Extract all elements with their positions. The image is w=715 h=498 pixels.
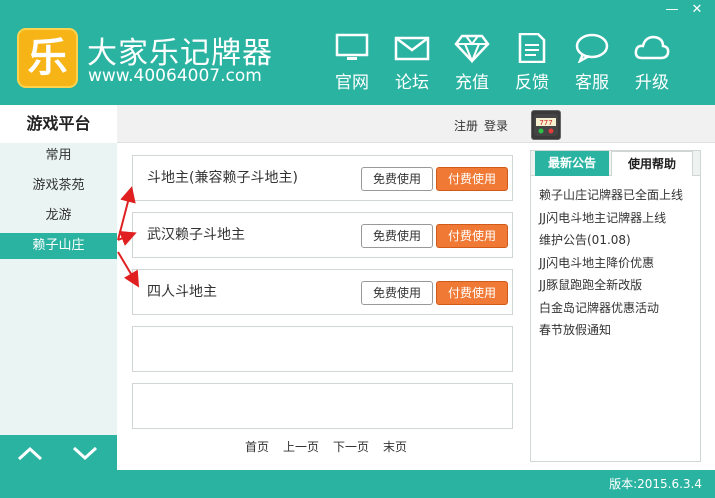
news-item[interactable]: 白金岛记牌器优惠活动 [539, 297, 683, 320]
pagination: 首页 上一页 下一页 末页 [245, 438, 421, 455]
news-item[interactable]: JJ豚鼠跑跑全新改版 [539, 274, 683, 297]
account-bar: 注册 登录 777 [117, 105, 715, 143]
game-name: 武汉赖子斗地主 [147, 227, 245, 243]
header: 乐 大家乐记牌器 www.40064007.com — ✕ 官网 论坛 充值 反… [0, 0, 715, 105]
nav-label: 官网 [335, 73, 369, 93]
chevron-down-icon[interactable] [71, 443, 99, 463]
paid-use-button[interactable]: 付费使用 [436, 224, 508, 248]
version-label: 版本:2015.6.3.4 [609, 477, 702, 491]
free-use-button[interactable]: 免费使用 [361, 281, 433, 305]
game-row: 斗地主(兼容赖子斗地主) 免费使用 付费使用 [132, 155, 513, 201]
news-item[interactable]: JJ闪电斗地主记牌器上线 [539, 207, 683, 230]
nav-recharge[interactable]: 充值 [442, 33, 502, 93]
nav-label: 论坛 [395, 73, 429, 93]
slot-machine-graphic: 777 [534, 114, 558, 136]
news-item[interactable]: JJ闪电斗地主降价优惠 [539, 252, 683, 275]
nav-customer-service[interactable]: 客服 [562, 33, 622, 93]
sidebar-item-laizi-villa[interactable]: 赖子山庄 [0, 233, 117, 259]
nav-official-site[interactable]: 官网 [322, 33, 382, 93]
svg-text:777: 777 [539, 119, 552, 127]
main-panel: 注册登录 777 斗地主(兼容赖子斗地主) 免费使用 付费使用 武汉赖子斗地主 [117, 105, 715, 470]
announcement-tabs: 最新公告 使用帮助 [531, 151, 700, 176]
paid-use-button[interactable]: 付费使用 [436, 167, 508, 191]
monitor-icon [335, 33, 369, 60]
game-name: 斗地主(兼容赖子斗地主) [147, 170, 298, 186]
tab-latest-news[interactable]: 最新公告 [535, 151, 609, 176]
free-use-button[interactable]: 免费使用 [361, 167, 433, 191]
status-bar: 版本:2015.6.3.4 [0, 470, 715, 498]
close-button[interactable]: ✕ [686, 2, 708, 18]
pager-first[interactable]: 首页 [245, 440, 269, 454]
chat-bubble-icon [575, 33, 609, 63]
login-link[interactable]: 登录 [484, 119, 508, 133]
account-links: 注册 登录 [454, 105, 514, 143]
diamond-icon [454, 34, 490, 63]
top-nav: 官网 论坛 充值 反馈 客服 升级 [322, 33, 682, 93]
nav-label: 升级 [635, 73, 669, 93]
empty-game-slot [132, 326, 513, 372]
sidebar-title: 游戏平台 [0, 105, 117, 143]
document-icon [518, 33, 546, 63]
app-url: www.40064007.com [88, 66, 262, 86]
announcement-panel: 最新公告 使用帮助 赖子山庄记牌器已全面上线 JJ闪电斗地主记牌器上线 维护公告… [530, 150, 701, 462]
nav-feedback[interactable]: 反馈 [502, 33, 562, 93]
envelope-icon [394, 36, 430, 61]
sidebar-scroll-controls [0, 435, 117, 470]
news-item[interactable]: 赖子山庄记牌器已全面上线 [539, 184, 683, 207]
nav-label: 充值 [455, 73, 489, 93]
free-use-button[interactable]: 免费使用 [361, 224, 433, 248]
nav-label: 反馈 [515, 73, 549, 93]
news-item[interactable]: 维护公告(01.08) [539, 229, 683, 252]
cloud-icon [634, 35, 670, 60]
pager-last[interactable]: 末页 [383, 440, 407, 454]
app-logo: 乐 [17, 28, 78, 88]
news-list: 赖子山庄记牌器已全面上线 JJ闪电斗地主记牌器上线 维护公告(01.08) JJ… [539, 184, 683, 342]
pager-next[interactable]: 下一页 [333, 440, 369, 454]
sidebar: 游戏平台 常用 游戏茶苑 龙游 赖子山庄 [0, 105, 117, 470]
sidebar-item-game-teahouse[interactable]: 游戏茶苑 [0, 173, 117, 199]
app-window: 乐 大家乐记牌器 www.40064007.com — ✕ 官网 论坛 充值 反… [0, 0, 715, 498]
register-link[interactable]: 注册 [454, 119, 478, 133]
tab-usage-help[interactable]: 使用帮助 [611, 151, 693, 176]
game-row: 武汉赖子斗地主 免费使用 付费使用 [132, 212, 513, 258]
slot-machine-icon[interactable]: 777 [531, 110, 561, 140]
sidebar-item-longyou[interactable]: 龙游 [0, 203, 117, 229]
game-row: 四人斗地主 免费使用 付费使用 [132, 269, 513, 315]
paid-use-button[interactable]: 付费使用 [436, 281, 508, 305]
nav-upgrade[interactable]: 升级 [622, 33, 682, 93]
pager-prev[interactable]: 上一页 [283, 440, 319, 454]
sidebar-item-common[interactable]: 常用 [0, 143, 117, 169]
logo-char: 乐 [27, 35, 68, 81]
minimize-button[interactable]: — [661, 2, 683, 18]
empty-game-slot [132, 383, 513, 429]
nav-label: 客服 [575, 73, 609, 93]
news-item[interactable]: 春节放假通知 [539, 319, 683, 342]
chevron-up-icon[interactable] [16, 443, 44, 463]
nav-forum[interactable]: 论坛 [382, 33, 442, 93]
game-name: 四人斗地主 [147, 284, 217, 300]
